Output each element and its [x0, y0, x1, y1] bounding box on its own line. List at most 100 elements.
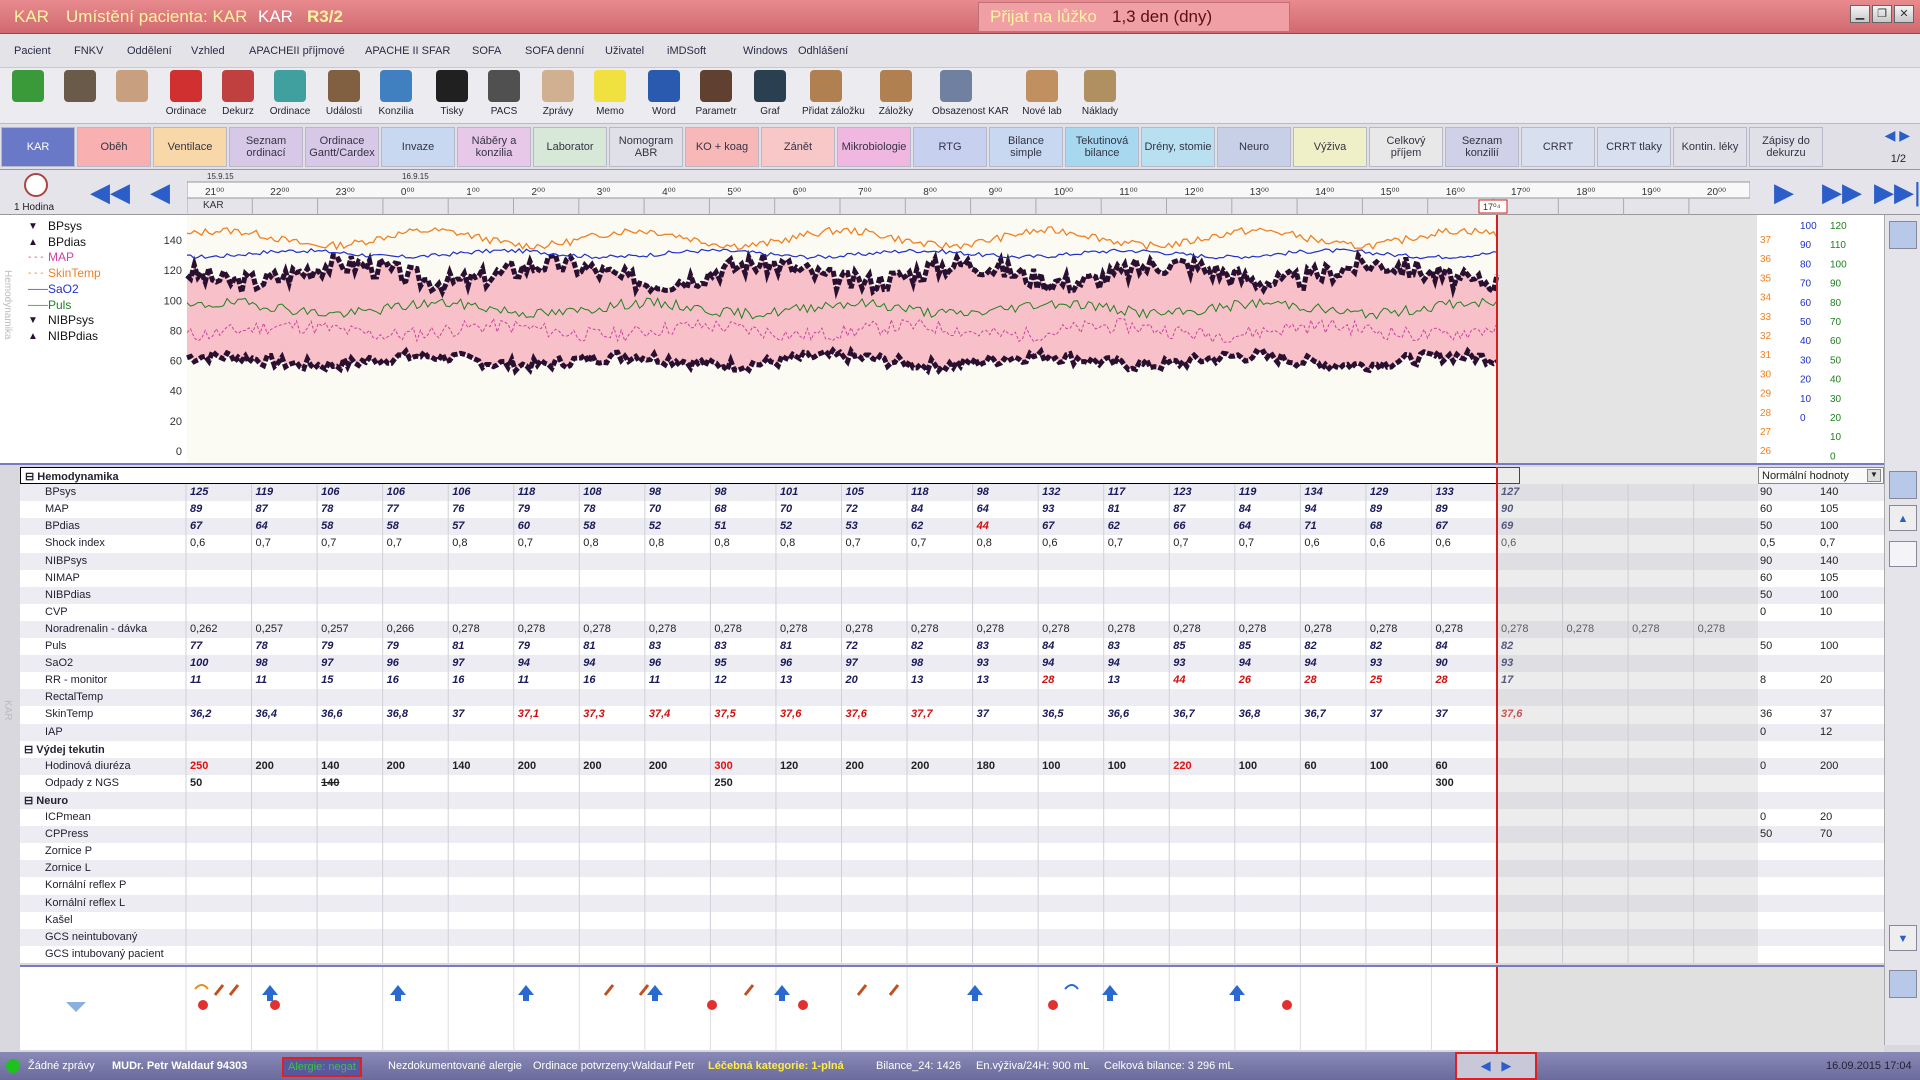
menu-apache-ii-sfar[interactable]: APACHE II SFAR [365, 45, 450, 57]
cell-value[interactable]: 82 [1501, 640, 1513, 652]
cell-value[interactable]: 140 [452, 760, 470, 772]
cell-value[interactable]: 0,278 [1239, 623, 1267, 635]
cell-value[interactable]: 93 [977, 657, 989, 669]
cell-value[interactable]: 79 [387, 640, 399, 652]
grid-monitor-icon[interactable] [1889, 471, 1917, 499]
cell-value[interactable]: 100 [1239, 760, 1257, 772]
cell-value[interactable]: 64 [256, 520, 268, 532]
table-row[interactable]: ICPmean 0 20 [20, 809, 1884, 826]
cell-value[interactable]: 94 [1304, 503, 1316, 515]
tab-ko-koag[interactable]: KO + koag [685, 127, 759, 167]
cell-value[interactable]: 70 [780, 503, 792, 515]
cell-value[interactable]: 82 [911, 640, 923, 652]
allergy-status[interactable]: Alergie: negat [282, 1057, 362, 1077]
cell-value[interactable]: 140 [321, 760, 339, 772]
admin-event-icon[interactable] [647, 985, 663, 1001]
cell-value[interactable]: 0,7 [846, 537, 861, 549]
tab-obeh[interactable]: Oběh [77, 127, 151, 167]
cell-value[interactable]: 57 [452, 520, 464, 532]
cell-value[interactable]: 26 [1239, 674, 1251, 686]
tab-nabery-a-konzilia[interactable]: Náběry a konzilia [457, 127, 531, 167]
cell-value[interactable]: 93 [1173, 657, 1185, 669]
cell-value[interactable]: 0,7 [321, 537, 336, 549]
cell-value[interactable]: 84 [911, 503, 923, 515]
tab-seznam-konzilii[interactable]: Seznam konzilií [1445, 127, 1519, 167]
reorder-event-icon[interactable] [194, 984, 209, 990]
cell-value[interactable]: 81 [1108, 503, 1120, 515]
cell-value[interactable]: 67 [190, 520, 202, 532]
scroll-up-icon[interactable]: ▲ [1889, 505, 1917, 531]
menu-fnkv[interactable]: FNKV [74, 45, 103, 57]
toolbar-button-obsazenost-kar-17[interactable]: Obsazenost KAR [932, 70, 1009, 122]
cell-value[interactable]: 58 [583, 520, 595, 532]
cell-value[interactable]: 17 [1501, 674, 1513, 686]
legend-item-nibpsys[interactable]: ▼ NIBPsys [28, 313, 101, 329]
cell-value[interactable]: 250 [714, 777, 732, 789]
cell-value[interactable]: 69 [1501, 520, 1513, 532]
cell-value[interactable]: 84 [1435, 640, 1447, 652]
cell-value[interactable]: 200 [256, 760, 274, 772]
cell-value[interactable]: 100 [1042, 760, 1060, 772]
table-row[interactable]: Puls 77 78 79 79 81 79 81 83 83 81 72 82 83 84 83 85 85 82… [20, 638, 1884, 655]
toolbar-button-word-12[interactable]: Word [640, 70, 688, 122]
menu-sofa[interactable]: SOFA [472, 45, 501, 57]
cell-value[interactable]: 200 [518, 760, 536, 772]
admin-event-icon[interactable] [1229, 985, 1245, 1001]
table-row[interactable]: SkinTemp 36,2 36,4 36,6 36,8 37 37,1 37,3 37,4 37… [20, 706, 1884, 724]
minimize-icon[interactable]: ▁ [1850, 5, 1870, 23]
injection-event-icon[interactable] [228, 984, 240, 996]
cell-value[interactable]: 0,278 [1632, 623, 1660, 635]
cell-value[interactable]: 0,7 [1108, 537, 1123, 549]
cell-value[interactable]: 0,6 [1501, 537, 1516, 549]
cell-value[interactable]: 0,278 [583, 623, 611, 635]
cell-value[interactable]: 36,2 [190, 708, 211, 720]
legend-item-sao2[interactable]: —— SaO2 [28, 282, 101, 298]
data-grid[interactable]: Normální hodnoty ▼ ⊟ Hemodynamika BPsys 12… [20, 467, 1884, 963]
close-icon[interactable]: ✕ [1894, 5, 1914, 23]
toolbar-button-dekurz-4[interactable]: Dekurz [214, 70, 262, 122]
tab-crrt[interactable]: CRRT [1521, 127, 1595, 167]
cell-value[interactable]: 0,278 [977, 623, 1005, 635]
cell-value[interactable]: 37 [452, 708, 464, 720]
cell-value[interactable]: 0,6 [1435, 537, 1450, 549]
menu-odhlaseni[interactable]: Odhlášení [798, 45, 848, 57]
cell-value[interactable]: 15 [321, 674, 333, 686]
cell-value[interactable]: 0,278 [1698, 623, 1726, 635]
cell-value[interactable]: 51 [714, 520, 726, 532]
cell-value[interactable]: 87 [1173, 503, 1185, 515]
cell-value[interactable]: 13 [780, 674, 792, 686]
cell-value[interactable]: 11 [190, 674, 201, 686]
toolbar-button-pacs-9[interactable]: PACS [480, 70, 528, 122]
table-row[interactable]: ⊟ Výdej tekutin [20, 740, 1884, 758]
table-row[interactable]: GCS neintubovaný [20, 928, 1884, 946]
cell-value[interactable]: 62 [1108, 520, 1120, 532]
cell-value[interactable]: 36,4 [256, 708, 277, 720]
cell-value[interactable]: 98 [256, 657, 268, 669]
cell-value[interactable]: 123 [1173, 486, 1191, 498]
legend-item-bpdias[interactable]: ▲ BPdias [28, 235, 101, 251]
table-row[interactable]: MAP 89 87 78 77 76 79 78 70 68 70 72 84 64 93 81 87 84 94 8… [20, 501, 1884, 519]
cell-value[interactable]: 98 [714, 486, 726, 498]
cell-value[interactable]: 117 [1108, 486, 1126, 498]
cell-value[interactable]: 37,6 [1501, 708, 1522, 720]
cell-value[interactable]: 64 [1239, 520, 1251, 532]
table-row[interactable]: Zornice L [20, 860, 1884, 878]
tab-scroll-arrows[interactable]: ◀ ▶ [1885, 127, 1910, 144]
cell-value[interactable]: 0,8 [780, 537, 795, 549]
cell-value[interactable]: 0,278 [1304, 623, 1332, 635]
cell-value[interactable]: 95 [714, 657, 726, 669]
cell-value[interactable]: 0,278 [1567, 623, 1595, 635]
cell-value[interactable]: 93 [1370, 657, 1382, 669]
toolbar-button-ordinace-5[interactable]: Ordinace [266, 70, 314, 122]
normal-values-header[interactable]: Normální hodnoty ▼ [1758, 467, 1884, 484]
cell-value[interactable]: 0,278 [518, 623, 546, 635]
cell-value[interactable]: 36,6 [321, 708, 342, 720]
cell-value[interactable]: 94 [1108, 657, 1120, 669]
cell-value[interactable]: 0,278 [911, 623, 939, 635]
table-row[interactable]: ⊟ Neuro [20, 791, 1884, 809]
fast-forward-icon[interactable]: ▶▶ [1822, 178, 1862, 206]
tab-ordinace-gantt-cardex[interactable]: Ordinace Gantt/Cardex [305, 127, 379, 167]
cell-value[interactable]: 72 [846, 640, 858, 652]
cell-value[interactable]: 78 [583, 503, 595, 515]
tab-zapisy-do-dekurzu[interactable]: Zápisy do dekurzu [1749, 127, 1823, 167]
